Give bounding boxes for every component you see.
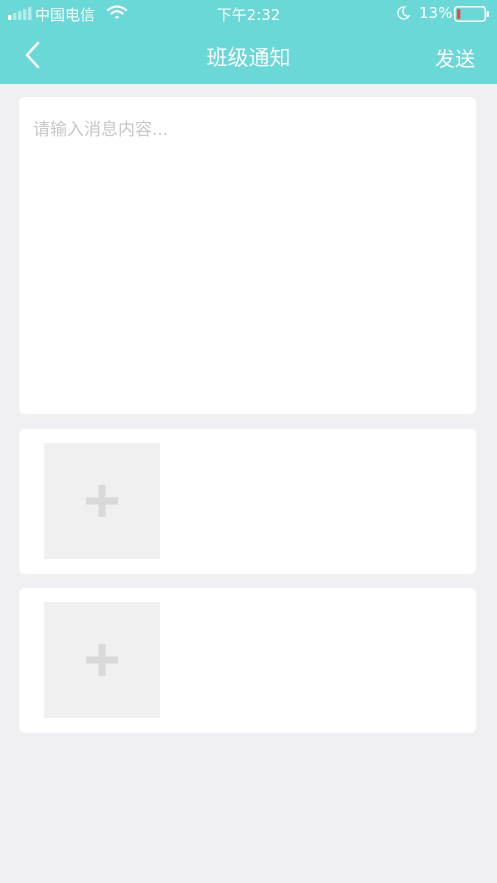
moon-icon	[397, 6, 410, 20]
plus-icon	[86, 485, 118, 517]
attachment-card	[19, 588, 476, 733]
battery-icon	[454, 6, 489, 22]
add-image-button[interactable]	[44, 602, 160, 718]
add-image-button[interactable]	[44, 443, 160, 559]
battery-fill	[457, 9, 461, 19]
attachment-card	[19, 429, 476, 574]
app-header: 中国电信 下午2:32 13% 班级通知 发送	[0, 0, 497, 84]
status-bar: 中国电信 下午2:32 13%	[0, 0, 497, 28]
send-button[interactable]: 发送	[435, 43, 475, 72]
message-card	[19, 97, 476, 414]
page-title: 班级通知	[206, 46, 291, 70]
message-input[interactable]	[19, 97, 476, 414]
battery-percent: 13%	[419, 4, 453, 22]
plus-icon	[86, 644, 118, 676]
